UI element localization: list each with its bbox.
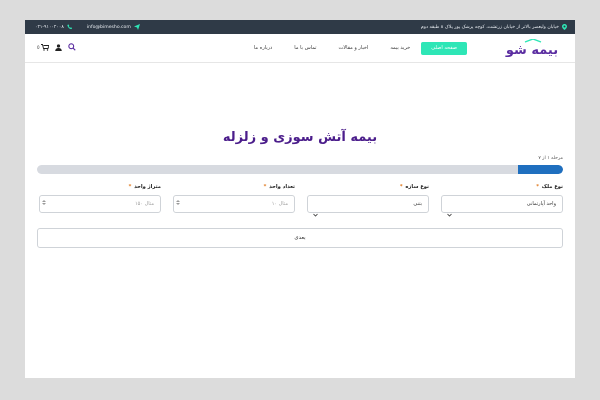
cart-icon: [40, 43, 49, 51]
site-header: بیمه شو صفحه اصلی خرید بیمه اخبار و مقال…: [25, 34, 575, 63]
field-structure-type: نوع سازه * بتنی: [307, 183, 429, 217]
phone-text: ۰۲۱-۹۱۰۰۲۰۰۸: [35, 24, 64, 30]
main-nav: صفحه اصلی خرید بیمه اخبار و مقالات تماس …: [243, 42, 467, 55]
phone-icon: [67, 24, 73, 30]
logo-graphic: بیمه شو: [505, 38, 558, 58]
form-fields: نوع ملک * واحد آپارتمانی نوع سازه * بتنی…: [37, 183, 563, 223]
chevron-down-icon: [313, 202, 318, 221]
nav-item-about[interactable]: درباره ما: [243, 42, 283, 55]
required-mark: *: [399, 184, 403, 190]
input-placeholder: مثال ۱۵۰: [135, 201, 154, 207]
select-value: بتنی: [413, 201, 422, 207]
number-spinner[interactable]: [176, 199, 180, 210]
nav-item-home[interactable]: صفحه اصلی: [421, 42, 467, 55]
number-spinner[interactable]: [42, 199, 46, 210]
next-button[interactable]: بعدی: [37, 228, 563, 248]
required-mark: *: [263, 184, 267, 190]
contact-info: ۰۲۱-۹۱۰۰۲۰۰۸ info@bimesho.com: [35, 24, 140, 30]
structure-type-select[interactable]: بتنی: [307, 195, 429, 217]
header-icons: 0: [37, 43, 76, 51]
chevron-down-icon: [447, 202, 452, 221]
logo-text: بیمه شو: [505, 43, 558, 57]
progress-bar: [37, 165, 563, 174]
address-text: خیابان ولیعصر بالاتر از خیابان زرتشت، کو…: [420, 24, 559, 30]
top-info-bar: خیابان ولیعصر بالاتر از خیابان زرتشت، کو…: [25, 20, 575, 34]
email-text: info@bimesho.com: [86, 24, 131, 30]
field-label: نوع ملک *: [536, 184, 563, 190]
unit-area-input[interactable]: مثال ۱۵۰: [39, 195, 161, 213]
required-mark: *: [128, 184, 132, 190]
site-logo[interactable]: بیمه شو: [503, 38, 561, 58]
field-unit-area: متراژ واحد * مثال ۱۵۰: [39, 183, 161, 213]
select-value: واحد آپارتمانی: [526, 201, 556, 207]
browser-page: خیابان ولیعصر بالاتر از خیابان زرتشت، کو…: [25, 20, 575, 378]
field-unit-count: تعداد واحد * مثال ۱۰: [173, 183, 295, 213]
search-icon[interactable]: [67, 43, 76, 51]
phone-contact[interactable]: ۰۲۱-۹۱۰۰۲۰۰۸: [35, 24, 73, 30]
user-icon[interactable]: [54, 43, 62, 51]
email-contact[interactable]: info@bimesho.com: [87, 24, 140, 30]
property-type-select[interactable]: واحد آپارتمانی: [441, 195, 563, 217]
nav-item-contact[interactable]: تماس با ما: [283, 42, 327, 55]
location-pin-icon: [562, 24, 567, 30]
step-indicator: مرحله ۱ از ۷: [538, 156, 563, 161]
nav-item-news[interactable]: اخبار و مقالات: [328, 42, 380, 55]
field-label: نوع سازه *: [399, 184, 429, 190]
unit-count-input[interactable]: مثال ۱۰: [173, 195, 295, 213]
field-label: تعداد واحد *: [263, 184, 295, 190]
cart-button[interactable]: 0: [37, 43, 49, 51]
progress-fill: [517, 165, 563, 174]
page-title: بیمه آتش سوزی و زلزله: [222, 130, 378, 145]
required-mark: *: [536, 184, 539, 190]
field-label: متراژ واحد *: [128, 184, 161, 190]
field-property-type: نوع ملک * واحد آپارتمانی: [441, 183, 563, 217]
send-icon: [133, 24, 140, 30]
cart-count: 0: [37, 44, 40, 50]
address-info: خیابان ولیعصر بالاتر از خیابان زرتشت، کو…: [421, 24, 567, 30]
input-placeholder: مثال ۱۰: [271, 201, 288, 207]
nav-item-buy-insurance[interactable]: خرید بیمه: [379, 42, 421, 55]
